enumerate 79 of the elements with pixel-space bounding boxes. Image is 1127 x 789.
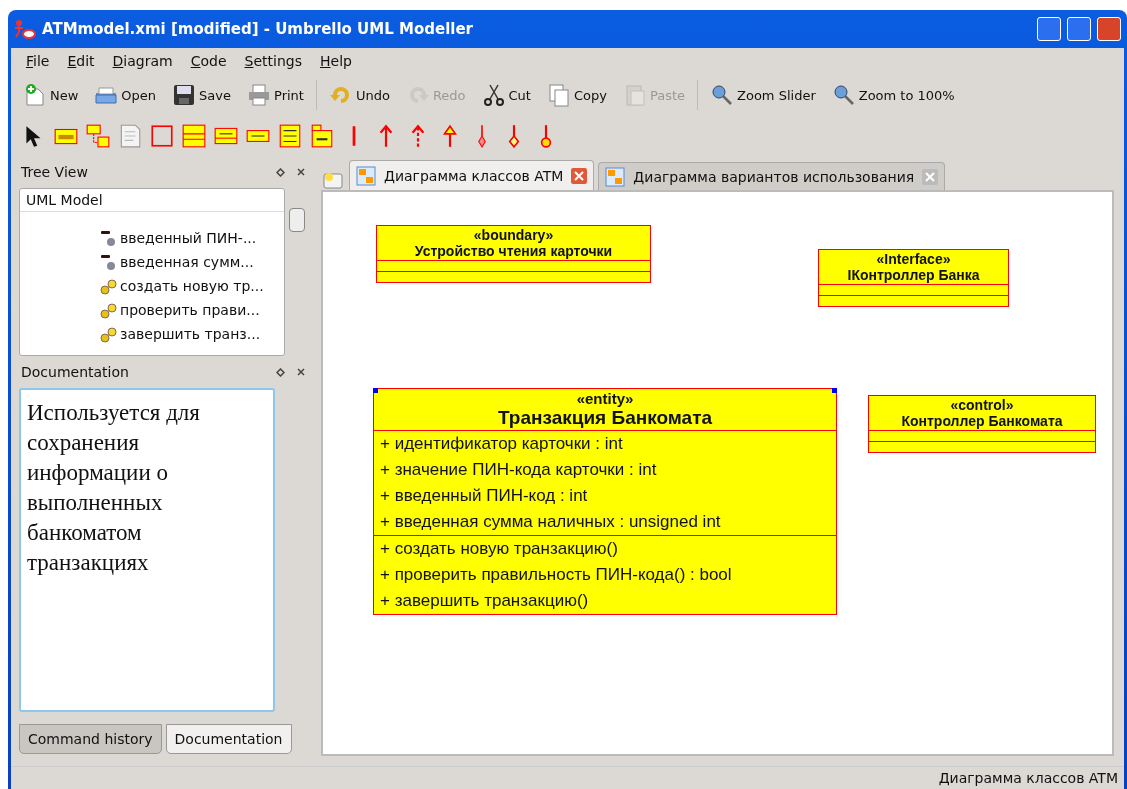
diagram-tab[interactable]: Диаграмма вариантов использования xyxy=(598,162,946,190)
class-box[interactable]: «control» Контроллер Банкомата xyxy=(868,395,1096,453)
window-title: ATMmodel.xmi [modified] - Umbrello UML Modeller xyxy=(42,20,474,38)
class-pair-icon[interactable] xyxy=(85,123,111,149)
class-name: IКонтроллер Банка xyxy=(846,267,981,283)
maximize-button[interactable] xyxy=(1067,17,1091,41)
close-tab-icon[interactable] xyxy=(922,168,939,185)
zoom-icon xyxy=(831,83,856,107)
operation-text: + проверить правильность ПИН-кода() : bool xyxy=(380,564,733,586)
tree-item[interactable]: введенный ПИН-... xyxy=(120,230,257,246)
menu-item[interactable]: Diagram xyxy=(103,53,182,69)
new-tab-icon[interactable] xyxy=(321,170,345,190)
tree-item[interactable]: введенная сумм... xyxy=(120,254,254,270)
close-button[interactable] xyxy=(1097,17,1121,41)
operation-icon xyxy=(100,325,118,343)
stereotype-label: «boundary» xyxy=(472,227,555,243)
class-box[interactable]: «Interface» IКонтроллер Банка xyxy=(818,249,1009,307)
toolbar-button[interactable]: Save xyxy=(164,83,239,107)
close-icon[interactable] xyxy=(297,368,305,376)
status-text: Диаграмма классов ATM xyxy=(938,770,1118,786)
class-box[interactable] xyxy=(373,388,837,615)
box-icon[interactable] xyxy=(149,123,175,149)
menu-item[interactable]: Code xyxy=(181,53,236,69)
printer-icon xyxy=(247,83,271,107)
attribute-text: + значение ПИН-кода карточки : int xyxy=(380,459,658,481)
attribute-icon xyxy=(100,253,118,271)
class-name: Контроллер Банкомата xyxy=(900,413,1064,429)
attribute-text: + введенная сумма наличных : unsigned int xyxy=(380,511,722,533)
diagram-tab[interactable]: Диаграмма классов ATM xyxy=(349,160,595,190)
operation-text: + создать новую транзакцию() xyxy=(380,538,619,560)
tree-item[interactable]: создать новую тр... xyxy=(120,278,264,294)
column-header: UML Model xyxy=(20,189,284,212)
toolbar-button[interactable]: Copy xyxy=(538,83,615,107)
menu-item[interactable]: Edit xyxy=(58,53,104,69)
attribute-icon xyxy=(100,229,118,247)
class-box[interactable]: «boundary» Устройство чтения карточки xyxy=(376,225,651,283)
diagram-icon xyxy=(605,166,626,187)
operation-icon xyxy=(100,301,118,319)
close-tab-icon[interactable] xyxy=(571,167,588,184)
toolbar-button[interactable]: Zoom to 100% xyxy=(823,83,963,107)
menu-item[interactable]: Settings xyxy=(235,53,311,69)
panel-tab[interactable]: Command history xyxy=(19,724,162,754)
operation-text: + завершить транзакцию() xyxy=(380,590,590,612)
toolbar-button[interactable]: Zoom Slider xyxy=(702,83,824,107)
app-logo-icon xyxy=(14,19,36,39)
close-icon[interactable] xyxy=(297,168,305,176)
documentation-field[interactable]: Используется для сохранения информации о выполненных банкоматом транзакциях xyxy=(19,388,275,712)
scissors-icon xyxy=(481,83,506,107)
toolbar-button[interactable]: Cut xyxy=(473,83,539,107)
panel-title: Documentation xyxy=(21,364,130,380)
panel-title: Tree View xyxy=(21,164,89,180)
copy-icon xyxy=(546,83,571,107)
minimize-button[interactable] xyxy=(1037,17,1061,41)
stereotype-label: «Interface» xyxy=(875,251,952,267)
toolbar-button[interactable]: New xyxy=(15,83,87,107)
class-name: Устройство чтения карточки xyxy=(413,243,614,259)
attribute-text: + введенный ПИН-код : int xyxy=(380,485,589,507)
toolbar-button[interactable]: Open xyxy=(86,83,165,107)
menu-item[interactable]: Help xyxy=(311,53,361,69)
package-icon[interactable] xyxy=(309,123,335,149)
new-file-icon xyxy=(23,83,47,107)
attribute-text: + идентификатор карточки : int xyxy=(380,433,624,455)
class-name: Транзакция Банкомата xyxy=(496,407,714,429)
panel-tab[interactable]: Documentation xyxy=(165,724,292,754)
float-icon[interactable] xyxy=(276,167,285,177)
tree-item[interactable]: завершить транз... xyxy=(120,326,261,342)
toolbar-button[interactable]: Print xyxy=(239,83,312,107)
stereotype-label: «entity» xyxy=(575,390,635,407)
scrollbar-thumb[interactable] xyxy=(289,208,305,232)
toolbar-button[interactable]: Undo xyxy=(320,83,398,107)
diagram-icon xyxy=(356,165,376,186)
enum-icon[interactable] xyxy=(277,123,303,149)
class-box-icon[interactable] xyxy=(181,123,207,149)
tree-item[interactable]: проверить прави... xyxy=(120,302,260,318)
diagram-canvas[interactable] xyxy=(321,190,1114,756)
menu-item[interactable]: File xyxy=(17,53,59,69)
operation-icon xyxy=(100,277,118,295)
stereotype-label: «control» xyxy=(949,397,1015,413)
float-icon[interactable] xyxy=(276,367,285,377)
